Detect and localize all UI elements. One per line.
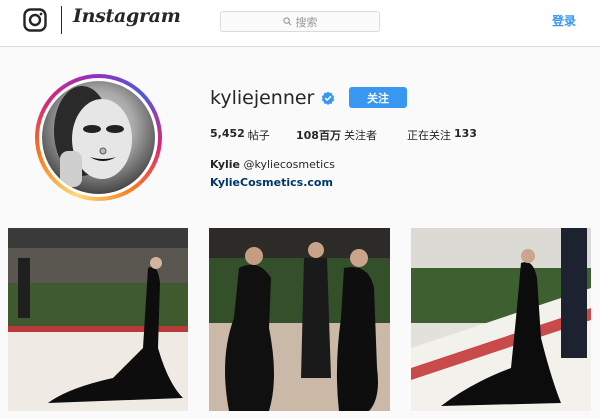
following-stat[interactable]: 正在关注 133 — [407, 127, 477, 143]
profile-bio: Kylie @kyliecosmetics — [210, 158, 335, 171]
post-thumbnail[interactable] — [411, 228, 591, 411]
following-count: 133 — [454, 127, 477, 140]
login-link[interactable]: 登录 — [552, 12, 576, 29]
search-placeholder: 搜索 — [295, 15, 318, 29]
profile-username: kyliejenner — [210, 87, 315, 109]
avatar — [42, 81, 155, 194]
profile-full-name: Kylie — [210, 158, 240, 171]
posts-count: 5,452 — [210, 127, 245, 140]
post-image — [209, 228, 390, 411]
followers-stat[interactable]: 108百万 关注者 — [296, 127, 377, 143]
post-image — [411, 228, 591, 411]
followers-label: 关注者 — [343, 129, 377, 142]
search-icon — [282, 17, 291, 26]
posts-stat: 5,452 帖子 — [210, 127, 270, 143]
nav-divider — [61, 6, 62, 34]
followers-count: 108百万 — [296, 129, 341, 142]
post-thumbnail[interactable] — [209, 228, 390, 411]
website-link[interactable]: KylieCosmetics.com — [210, 176, 333, 189]
bio-handle-link[interactable]: @kyliecosmetics — [244, 158, 336, 171]
instagram-camera-icon[interactable] — [23, 8, 47, 32]
follow-button[interactable]: 关注 — [349, 87, 407, 108]
top-nav: Instagram 搜索 登录 — [0, 0, 600, 47]
search-input[interactable]: 搜索 — [220, 11, 380, 32]
verified-badge-icon — [321, 91, 335, 105]
post-thumbnail[interactable] — [8, 228, 188, 411]
following-label: 正在关注 — [407, 129, 451, 142]
instagram-wordmark[interactable]: Instagram — [73, 5, 181, 27]
post-image — [8, 228, 188, 411]
avatar-story-ring[interactable] — [35, 74, 162, 201]
posts-label: 帖子 — [247, 129, 270, 142]
